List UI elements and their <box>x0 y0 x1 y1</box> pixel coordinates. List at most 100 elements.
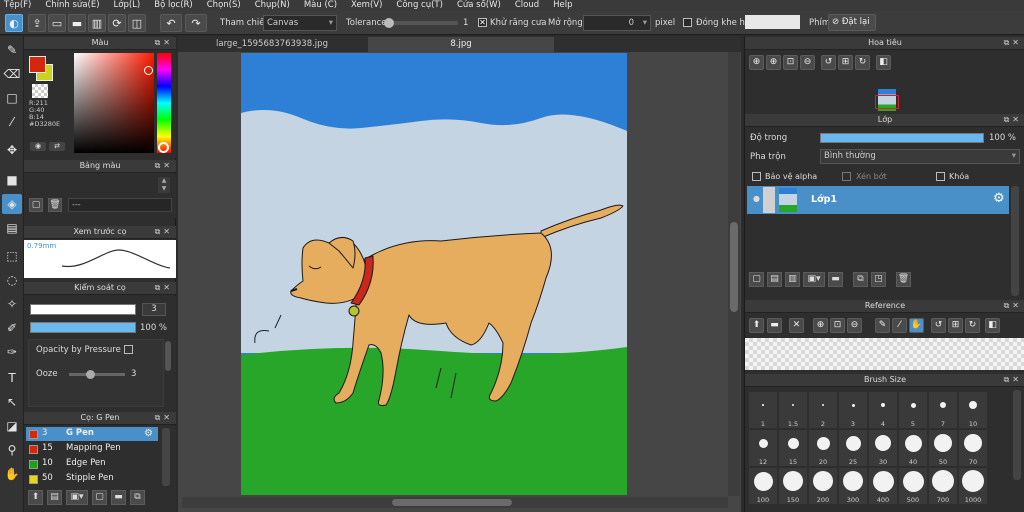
panel-controls-icon[interactable]: ⧉✕ <box>1004 37 1022 49</box>
lock-checkbox[interactable] <box>936 172 945 181</box>
size-slider[interactable] <box>30 304 136 315</box>
brush-size-cell[interactable]: 2 <box>809 392 837 428</box>
panel-controls-icon[interactable]: ⧉✕ <box>1004 374 1022 386</box>
brush-size-cell[interactable]: 200 <box>809 468 837 504</box>
delete-layer-icon[interactable]: 🗑 <box>896 272 911 287</box>
brush-add-icon[interactable]: ▣▾ <box>66 490 88 505</box>
menu-help[interactable]: Help <box>553 0 572 11</box>
lasso-icon[interactable]: ◌ <box>2 270 22 290</box>
brush-size-cell[interactable]: 3 <box>839 392 867 428</box>
merge-layer-icon[interactable]: ◳ <box>871 272 886 287</box>
tolerance-slider[interactable] <box>384 18 458 28</box>
rotate-icon[interactable]: ⟳ <box>108 14 126 32</box>
new-layer-icon[interactable]: ▢ <box>749 272 764 287</box>
navigator-viewport[interactable] <box>875 95 899 109</box>
menu-cloud[interactable]: Cloud <box>515 0 539 11</box>
brush-size-cell[interactable]: 15 <box>779 430 807 466</box>
eraser-tool-icon[interactable]: ⌫ <box>2 64 22 84</box>
brush-download-icon[interactable]: ⬆ <box>28 490 43 505</box>
ref-flip-icon[interactable]: ◧ <box>985 318 1000 333</box>
ref-fit-icon[interactable]: ⊡ <box>830 318 845 333</box>
flip-icon[interactable]: ◫ <box>128 14 146 32</box>
brush-size-cell[interactable]: 700 <box>929 468 957 504</box>
rect-tool-icon[interactable]: ■ <box>2 170 22 190</box>
brush-size-cell[interactable]: 20 <box>809 430 837 466</box>
palette-scroll-icon[interactable]: ▲ ▼ <box>158 177 170 193</box>
canvas-vertical-scrollbar[interactable] <box>728 52 740 496</box>
navigator-thumbnail[interactable] <box>875 89 899 111</box>
brush-size-cell[interactable]: 7 <box>929 392 957 428</box>
brush-size-cell[interactable]: 5 <box>899 392 927 428</box>
brush-size-cell[interactable]: 150 <box>779 468 807 504</box>
protect-alpha-checkbox[interactable] <box>752 172 761 181</box>
ref-actual-size-icon[interactable]: ⊞ <box>948 318 963 333</box>
brush-row[interactable]: 3 G Pen ⚙ <box>26 427 158 441</box>
nav-actual-size-icon[interactable]: ⊞ <box>838 55 853 70</box>
close-gap-field[interactable] <box>745 15 800 29</box>
opacity-slider[interactable] <box>30 322 136 333</box>
ref-open-icon[interactable]: ▬ <box>767 318 782 333</box>
select-pen-icon[interactable]: ✐ <box>2 318 22 338</box>
ref-eyedropper-icon[interactable]: ✎ <box>875 318 890 333</box>
menu-window[interactable]: Cửa sổ(W) <box>457 0 501 11</box>
brush-size-cell[interactable]: 500 <box>899 468 927 504</box>
ooze-handle[interactable] <box>86 370 95 379</box>
size-value[interactable]: 3 <box>142 303 166 316</box>
ooze-slider[interactable] <box>69 370 125 379</box>
nav-rotate-left-icon[interactable]: ↺ <box>821 55 836 70</box>
menu-layer[interactable]: Lớp(L) <box>114 0 141 11</box>
redo-icon[interactable]: ↷ <box>185 14 207 32</box>
ref-close-icon[interactable]: ✕ <box>789 318 804 333</box>
export-icon[interactable]: ⇪ <box>28 14 46 32</box>
antialias-checkbox[interactable]: ✕ <box>478 18 487 27</box>
panel-controls-icon[interactable]: ⧉✕ <box>155 282 173 294</box>
brush-size-cell[interactable]: 1000 <box>959 468 987 504</box>
brush-size-cell[interactable]: 30 <box>869 430 897 466</box>
brush-size-cell[interactable]: 100 <box>749 468 777 504</box>
foreground-color[interactable] <box>29 56 46 73</box>
brush-row[interactable]: 10 Edge Pen <box>26 457 158 471</box>
menu-color[interactable]: Màu (C) <box>304 0 337 11</box>
reset-button[interactable]: ⊘ Đặt lại <box>828 14 876 31</box>
nav-fit-icon[interactable]: ⊡ <box>783 55 798 70</box>
ref-pen-icon[interactable]: ⁄ <box>892 318 907 333</box>
folder-icon[interactable]: ▬ <box>111 490 126 505</box>
select-erase-icon[interactable]: ✑ <box>2 342 22 362</box>
copy-icon[interactable]: ⧉ <box>130 490 145 505</box>
brush-size-cell[interactable]: 12 <box>749 430 777 466</box>
tolerance-slider-handle[interactable] <box>384 18 394 28</box>
move-tool-icon[interactable]: ✥ <box>2 140 22 160</box>
tab-8-jpg[interactable]: 8.jpg <box>368 37 554 52</box>
ref-hand-icon[interactable]: ✋ <box>909 318 924 333</box>
brush-tool-icon[interactable]: ⁄ <box>2 112 22 132</box>
canvas-horizontal-scrollbar[interactable] <box>182 497 728 508</box>
canvas-vscroll-thumb[interactable] <box>730 222 738 312</box>
gradient-tool-icon[interactable]: ▤ <box>2 218 22 238</box>
magic-wand-icon[interactable]: ✧ <box>2 294 22 314</box>
clipping-checkbox[interactable] <box>842 172 851 181</box>
ref-zoom-out-icon[interactable]: ⊖ <box>847 318 862 333</box>
panel-controls-icon[interactable]: ⧉✕ <box>1004 300 1022 312</box>
brush-options-scrollbar[interactable] <box>165 341 171 371</box>
fill-tool-icon[interactable]: ◐ <box>5 14 23 32</box>
panel-controls-icon[interactable]: ⧉✕ <box>155 37 173 49</box>
hand-tool-icon[interactable]: ✋ <box>2 464 22 484</box>
reference-select[interactable]: Canvas <box>263 15 337 31</box>
tab-large-jpg[interactable]: large_1595683763938.jpg <box>182 37 362 52</box>
divide-tool-icon[interactable]: ◪ <box>2 416 22 436</box>
menu-view[interactable]: Xem(V) <box>351 0 382 11</box>
brush-size-scrollbar[interactable] <box>1013 390 1021 480</box>
palette-name-field[interactable]: --- <box>68 198 172 212</box>
nav-zoom-out-icon[interactable]: ⊖ <box>800 55 815 70</box>
expand-input[interactable]: 0 <box>583 15 651 31</box>
brush-new-icon[interactable]: ▤ <box>47 490 62 505</box>
layout-icon[interactable]: ▥ <box>88 14 106 32</box>
text-tool-icon[interactable]: T <box>2 368 22 388</box>
nav-rotate-right-icon[interactable]: ↻ <box>855 55 870 70</box>
menu-capture[interactable]: Chụp(N) <box>255 0 290 11</box>
layer-opacity-slider[interactable] <box>820 133 984 143</box>
brush-duplicate-icon[interactable]: ▢ <box>92 490 107 505</box>
pen-tool-icon[interactable]: ✎ <box>2 40 22 60</box>
new-palette-icon[interactable]: ▢ <box>29 198 43 212</box>
reference-canvas[interactable] <box>745 338 1024 370</box>
